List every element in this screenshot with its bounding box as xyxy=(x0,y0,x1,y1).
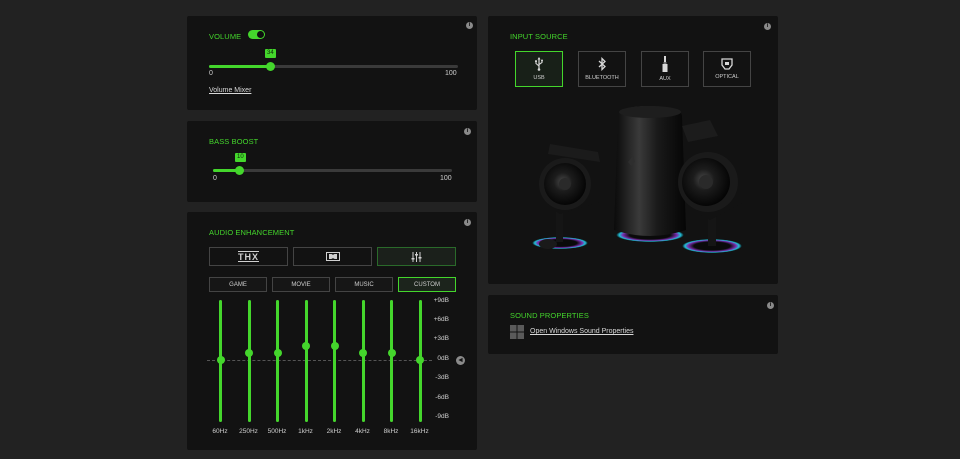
db-label: +3dB xyxy=(433,335,449,342)
zero-db-line xyxy=(207,360,432,361)
bass-max-label: 100 xyxy=(440,175,452,182)
volume-max-label: 100 xyxy=(445,70,457,77)
audio-enhancement-panel: i AUDIO ENHANCEMENT THX GAME MOVIE MUSIC… xyxy=(187,212,477,450)
source-bluetooth-label: BLUETOOTH xyxy=(585,75,619,81)
bass-slider-track[interactable] xyxy=(213,169,452,172)
eq-band-thumb[interactable] xyxy=(273,349,282,358)
eq-band-label: 1kHz xyxy=(298,428,313,435)
volume-mixer-link[interactable]: Volume Mixer xyxy=(209,87,251,94)
eq-band-label: 60Hz xyxy=(212,428,228,435)
eq-band-label: 250Hz xyxy=(239,428,258,435)
bass-slider-thumb[interactable] xyxy=(235,166,244,175)
db-label: +6dB xyxy=(433,316,449,323)
preset-movie-button[interactable]: MOVIE xyxy=(272,277,330,292)
info-icon[interactable]: i xyxy=(464,219,471,226)
volume-toggle[interactable] xyxy=(248,30,265,39)
dolby-icon xyxy=(325,252,340,261)
eq-band-thumb[interactable] xyxy=(359,349,367,358)
preset-game-button[interactable]: GAME xyxy=(209,277,267,292)
eq-band-label: 16kHz xyxy=(410,428,429,435)
db-label: -6dB xyxy=(435,394,449,401)
eq-band-label: 4kHz xyxy=(355,428,370,435)
equalizer-icon xyxy=(411,251,422,262)
eq-band-thumb[interactable] xyxy=(330,342,339,351)
volume-slider-thumb[interactable] xyxy=(266,62,275,71)
eq-band-thumb[interactable] xyxy=(245,349,253,358)
eq-band-fill xyxy=(361,300,365,422)
source-optical-button[interactable]: OPTICAL xyxy=(703,51,751,87)
volume-slider-fill xyxy=(209,65,270,68)
db-label: 0dB xyxy=(437,355,449,362)
sound-properties-panel: i SOUND PROPERTIES Open Windows Sound Pr… xyxy=(488,295,778,354)
volume-value-badge: 34 xyxy=(265,49,276,58)
input-source-panel: i INPUT SOURCE USB BLUETOOTH AUX OPTICAL xyxy=(488,16,778,284)
bluetooth-icon xyxy=(598,57,606,71)
eq-band-thumb[interactable] xyxy=(302,342,310,351)
bass-value-badge: 10 xyxy=(235,153,246,162)
eq-band-label: 8kHz xyxy=(383,428,399,435)
thx-mode-button[interactable]: THX xyxy=(209,247,288,266)
eq-band-fill xyxy=(304,300,308,422)
thx-icon: THX xyxy=(238,251,259,262)
volume-title: VOLUME xyxy=(209,32,242,41)
source-usb-button[interactable]: USB xyxy=(515,51,563,87)
eq-band-label: 2kHz xyxy=(326,428,342,435)
preset-music-button[interactable]: MUSIC xyxy=(335,277,393,292)
eq-band-fill xyxy=(390,300,393,422)
bass-boost-title: BASS BOOST xyxy=(209,137,259,146)
info-icon[interactable]: i xyxy=(464,128,471,135)
eq-band-fill xyxy=(276,300,279,422)
windows-logo-icon xyxy=(510,325,524,339)
dolby-mode-button[interactable] xyxy=(293,247,372,266)
eq-band-thumb[interactable] xyxy=(216,356,225,364)
optical-icon xyxy=(721,58,733,70)
sound-properties-title: SOUND PROPERTIES xyxy=(510,311,589,320)
input-source-title: INPUT SOURCE xyxy=(510,32,568,41)
source-aux-label: AUX xyxy=(659,76,671,82)
volume-panel: i VOLUME 34 0 100 Volume Mixer xyxy=(187,16,477,110)
toggle-knob xyxy=(257,31,264,38)
db-label: -9dB xyxy=(435,413,449,420)
bass-min-label: 0 xyxy=(213,175,217,182)
open-sound-properties-link[interactable]: Open Windows Sound Properties xyxy=(530,328,634,335)
db-label: -3dB xyxy=(435,374,449,381)
eq-band-thumb[interactable] xyxy=(387,349,396,358)
source-usb-label: USB xyxy=(533,75,545,81)
reset-eq-icon[interactable]: ◄ xyxy=(456,356,465,365)
db-label: +9dB xyxy=(433,297,449,304)
info-icon[interactable]: i xyxy=(764,23,771,30)
volume-min-label: 0 xyxy=(209,70,213,77)
eq-band-fill xyxy=(333,300,336,422)
source-optical-label: OPTICAL xyxy=(715,74,739,80)
audio-enhancement-title: AUDIO ENHANCEMENT xyxy=(209,228,295,237)
aux-icon xyxy=(662,56,668,72)
info-icon[interactable]: i xyxy=(767,302,774,309)
equalizer-mode-button[interactable] xyxy=(377,247,456,266)
speaker-system-image xyxy=(532,106,744,253)
source-bluetooth-button[interactable]: BLUETOOTH xyxy=(578,51,626,87)
usb-icon xyxy=(535,57,543,71)
eq-band-label: 500Hz xyxy=(267,428,287,435)
info-icon[interactable]: i xyxy=(466,22,473,29)
eq-band-fill xyxy=(247,300,251,422)
preset-custom-button[interactable]: CUSTOM xyxy=(398,277,456,292)
source-aux-button[interactable]: AUX xyxy=(641,51,689,87)
bass-boost-panel: i BASS BOOST 10 0 100 xyxy=(187,121,477,202)
